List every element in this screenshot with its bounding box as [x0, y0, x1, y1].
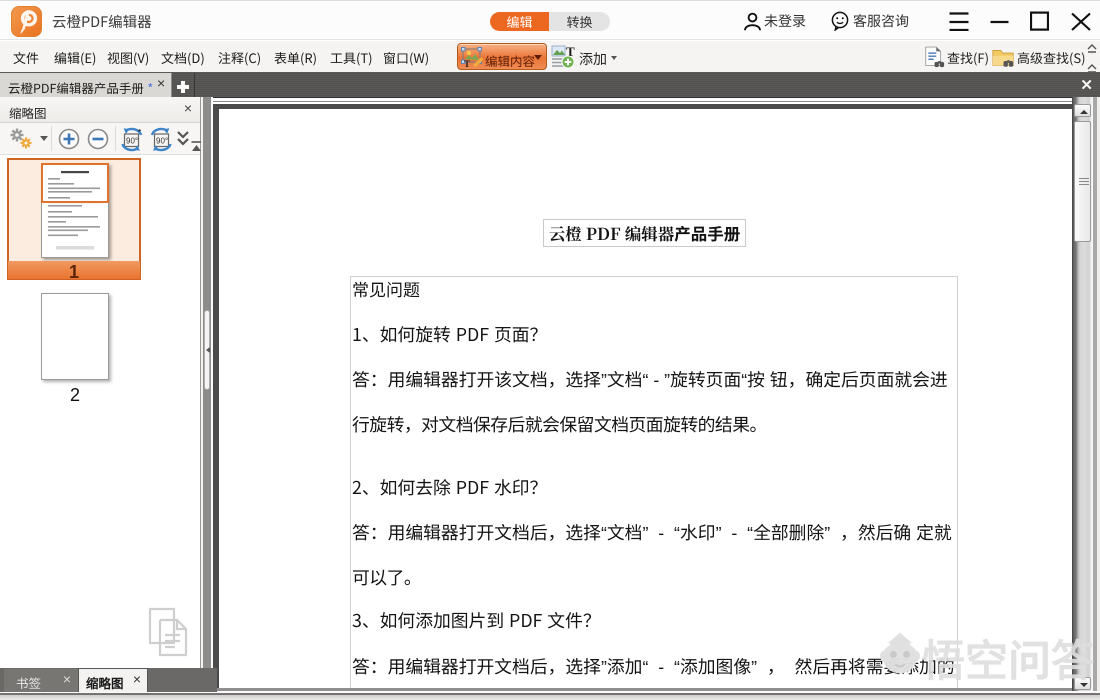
svg-text:T: T: [464, 59, 470, 68]
svg-text:90°: 90°: [156, 137, 168, 146]
svg-text:90°: 90°: [126, 137, 138, 146]
